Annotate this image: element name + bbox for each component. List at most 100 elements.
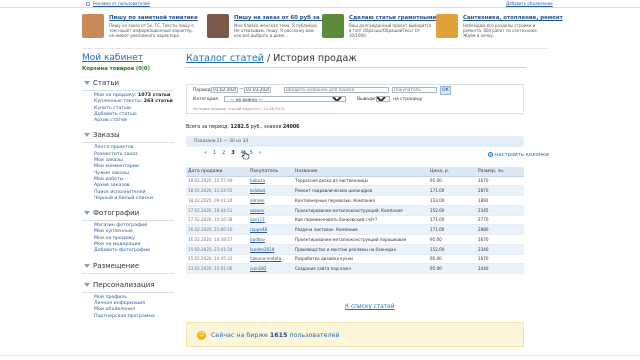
price: 95.00	[428, 254, 476, 265]
size: 1670	[476, 176, 524, 187]
ad-title[interactable]: Сделаю статьи грамотными!	[349, 15, 439, 21]
date-from-input[interactable]	[211, 87, 238, 93]
buyer-input[interactable]	[392, 87, 437, 93]
ad-avatar	[322, 14, 344, 38]
page-link[interactable]: 2	[222, 150, 225, 156]
sidebar-item[interactable]: Черный и белый списки	[82, 196, 174, 202]
price: 133.00	[428, 195, 476, 206]
size: 2870	[476, 185, 524, 196]
column-header[interactable]: Покупатель	[248, 167, 293, 177]
filter-form: Период — ОК Категория — не важно — Вывод…	[186, 84, 524, 114]
ad-title[interactable]: Пишу на заказ от 60 руб за 1к	[234, 15, 329, 21]
sidebar-item[interactable]: Добавить фотографии	[82, 248, 174, 254]
buyer-link[interactable]: kolobat	[248, 185, 293, 196]
ad-card[interactable]: Сделаю статьи грамотными! Ваш долгожданн…	[322, 12, 439, 46]
ad-avatar	[436, 14, 458, 38]
buyer-link[interactable]: sazuev	[248, 205, 293, 216]
table-row: 18.02.2020, 09:41:24 olmisel Контейнерные …	[186, 195, 524, 206]
table-row: 15.02.2020, 23:41:24 lenden2019 Производст…	[186, 244, 524, 255]
buyer-link[interactable]: sov111	[248, 215, 293, 226]
section-toggle[interactable]: Фотографии	[82, 209, 174, 219]
table-row: 16.02.2020, 21:06:10 rappe48 Раздача листо…	[186, 224, 524, 235]
date-to-input[interactable]	[244, 87, 271, 93]
total-chars: 24006	[282, 125, 300, 130]
divider	[82, 220, 174, 222]
buyer-link[interactable]: rappe48	[248, 224, 293, 235]
my-cabinet-link[interactable]: Мой кабинет	[82, 53, 174, 63]
cart-link[interactable]: Корзина товаров (0|0)	[82, 66, 174, 72]
buyer-link[interactable]: budkov	[248, 234, 293, 245]
per-page-select[interactable]: 10	[376, 96, 390, 102]
sale-date: 13.02.2020, 11:01:06	[186, 263, 248, 274]
section-toggle[interactable]: Статьи	[82, 79, 174, 89]
page-link[interactable]: 5	[250, 150, 253, 156]
article-title: Ремонт гидравлических цилиндров	[293, 185, 428, 196]
online-users-link[interactable]: Сейчас на бирже 1615 пользователей	[211, 332, 339, 339]
price: 171.00	[428, 215, 476, 226]
buyer-link[interactable]: lenden2019	[248, 244, 293, 255]
total-sum: 1282.5	[230, 125, 250, 130]
section-toggle[interactable]: Размещение	[82, 262, 174, 272]
table-row: 15.02.2020, 14:45:31 hakuna-matata Разрабо…	[186, 254, 524, 265]
hand-cursor-icon	[241, 150, 250, 160]
article-title: Проектирование металлоконструкций порошк…	[293, 234, 428, 245]
category-select[interactable]: — не важно —	[224, 96, 346, 102]
page-link[interactable]: 1	[213, 150, 216, 156]
price: 171.00	[428, 185, 476, 196]
table-row: 18.02.2020, 11:57:49 babuza Террасная доск…	[186, 176, 524, 187]
ok-button[interactable]: ОК	[440, 86, 451, 95]
prev-page-link[interactable]: «	[204, 150, 207, 156]
ad-description: Мне близка женская тема. Я публикую. Не …	[234, 23, 318, 38]
buyer-link[interactable]: ivan282	[248, 263, 293, 274]
next-page-link[interactable]: »	[259, 150, 262, 156]
buyer-link[interactable]: babuza	[248, 176, 293, 187]
checkbox-icon[interactable]	[86, 2, 90, 6]
price: 95.00	[428, 263, 476, 274]
back-to-list-link[interactable]: К списку статей	[345, 304, 395, 310]
user-ads-link[interactable]: Реклама от пользователей	[93, 1, 150, 6]
sale-date: 18.02.2020, 09:41:24	[186, 195, 248, 206]
size: 2340	[476, 244, 524, 255]
pagination: « 1 2 3 4 5 »	[204, 150, 266, 159]
section-toggle[interactable]: Заказы	[82, 131, 174, 141]
column-header[interactable]: Размер, зн.	[476, 167, 524, 177]
sidebar-item[interactable]: Архив статей	[82, 118, 174, 124]
ad-avatar	[82, 14, 104, 38]
search-input[interactable]	[284, 87, 389, 93]
add-ad-link[interactable]: Добавить объявление	[506, 1, 553, 6]
column-header[interactable]: Цена, р.	[428, 167, 476, 177]
table-row: 16.02.2020, 14:38:57 budkov Проектирование…	[186, 234, 524, 245]
page: { "topbar":{"left_link":"Реклама от поль…	[0, 0, 640, 360]
ad-card[interactable]: Пишу по заметной тематике Пишу на заказ …	[82, 12, 198, 46]
sales-table: Дата продажи Покупатель Название Цена, р…	[186, 167, 524, 274]
ad-description: Ваш долгожданный проект выводится в топ!…	[349, 23, 432, 38]
sidebar-section-articles: Статьи Мои на продажу: 1073 статьи Купле…	[82, 79, 174, 124]
section-toggle[interactable]: Персонализация	[82, 281, 174, 291]
ad-avatar	[207, 14, 229, 38]
table-row: 17.02.2020, 15:16:38 sov111 Как переименов…	[186, 215, 524, 226]
sidebar-section-personalization: Персонализация Мой профиль Личная информ…	[82, 281, 174, 320]
date-separator: —	[239, 87, 244, 92]
article-title: Контейнерные перевозки. Компания	[293, 195, 428, 206]
price: 152.00	[428, 244, 476, 255]
ad-title[interactable]: Пишу по заметной тематике	[109, 15, 198, 21]
sidebar-section-photos: Фотографии Магазин фотографий Мои куплен…	[82, 209, 174, 254]
size: 2880	[476, 224, 524, 235]
price: 95.00	[428, 234, 476, 245]
catalog-link[interactable]: Каталог статей	[186, 53, 264, 64]
sidebar-item[interactable]: Партнерская программа	[82, 314, 174, 320]
sidebar-item[interactable]: Купленные тексты: 263 статьи	[82, 99, 174, 105]
buyer-link[interactable]: hakuna-matata	[248, 254, 293, 265]
column-header[interactable]: Дата продажи	[186, 167, 248, 177]
divider	[82, 90, 174, 91]
ad-card[interactable]: Пишу на заказ от 60 руб за 1к Мне близка…	[207, 12, 329, 46]
column-header[interactable]: Название	[293, 167, 428, 177]
buyer-link[interactable]: olmisel	[248, 195, 293, 206]
ad-card[interactable]: Сантехника, отопление, ремонт Наблюдаю в…	[436, 12, 563, 46]
sidebar-section-placement: Размещение	[82, 262, 174, 274]
article-title: Разработка дизайна кухни	[293, 254, 428, 265]
configure-columns-link[interactable]: + настроить колонки	[488, 152, 549, 158]
size: 1670	[476, 254, 524, 265]
online-count: 1615	[269, 332, 288, 339]
ad-title[interactable]: Сантехника, отопление, ремонт	[463, 15, 563, 21]
